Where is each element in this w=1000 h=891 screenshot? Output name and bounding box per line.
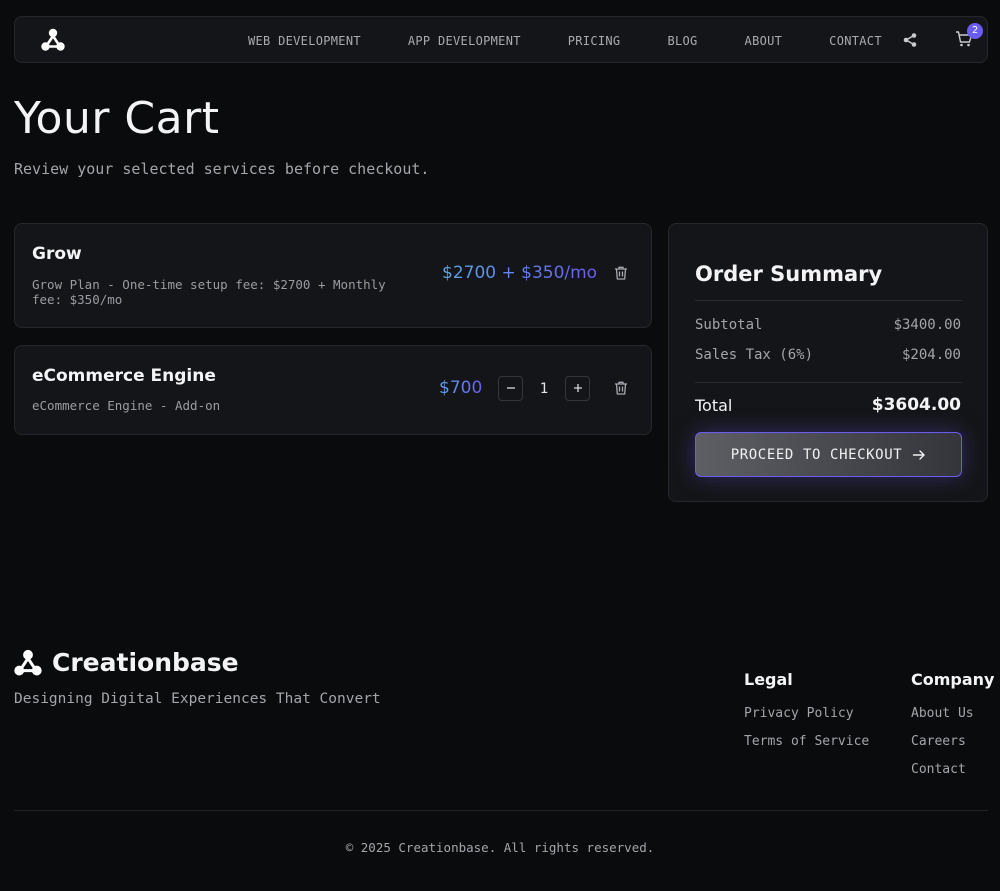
- cart-item: Grow Grow Plan - One-time setup fee: $27…: [14, 223, 652, 328]
- page-title: Your Cart: [14, 93, 220, 144]
- arrow-right-icon: [913, 449, 925, 460]
- careers-link[interactable]: Careers: [911, 734, 966, 749]
- nav-link-blog[interactable]: BLOG: [667, 34, 697, 48]
- nav-link-pricing[interactable]: PRICING: [568, 34, 621, 48]
- footer-legal-title: Legal: [744, 670, 793, 689]
- nav-link-app-development[interactable]: APP DEVELOPMENT: [408, 34, 521, 48]
- item-name: Grow: [32, 244, 82, 264]
- footer-company-title: Company: [911, 670, 995, 689]
- page-subtitle: Review your selected services before che…: [14, 160, 430, 178]
- total-label: Total: [695, 396, 733, 415]
- footer-divider: [14, 810, 988, 811]
- nav-links: WEB DEVELOPMENT APP DEVELOPMENT PRICING …: [248, 17, 882, 64]
- item-price: $700: [439, 378, 483, 398]
- copyright-text: © 2025 Creationbase. All rights reserved…: [345, 840, 655, 855]
- nav-link-web-development[interactable]: WEB DEVELOPMENT: [248, 34, 361, 48]
- top-nav: WEB DEVELOPMENT APP DEVELOPMENT PRICING …: [14, 16, 988, 63]
- cart-count-badge: 2: [967, 23, 983, 39]
- increase-quantity-button[interactable]: [565, 376, 590, 401]
- terms-of-service-link[interactable]: Terms of Service: [744, 734, 869, 749]
- trash-icon[interactable]: [613, 265, 629, 281]
- quantity-value: 1: [539, 381, 549, 397]
- item-name: eCommerce Engine: [32, 366, 216, 386]
- trash-icon[interactable]: [613, 380, 629, 396]
- divider: [695, 300, 962, 301]
- nav-link-contact[interactable]: CONTACT: [829, 34, 882, 48]
- total-value: $3604.00: [871, 395, 961, 415]
- share-icon[interactable]: [902, 32, 918, 48]
- minus-icon: [506, 386, 515, 389]
- order-summary-title: Order Summary: [695, 262, 883, 286]
- sales-tax-value: $204.00: [901, 347, 961, 363]
- subtotal-value: $3400.00: [893, 317, 961, 333]
- sales-tax-label: Sales Tax (6%): [695, 347, 814, 363]
- footer-brand-name: Creationbase: [52, 648, 239, 677]
- item-price: $2700 + $350/mo: [442, 263, 598, 283]
- checkout-button-label: PROCEED TO CHECKOUT: [730, 446, 903, 463]
- item-description: Grow Plan - One-time setup fee: $2700 + …: [32, 277, 386, 307]
- about-us-link[interactable]: About Us: [911, 706, 974, 721]
- order-summary: Order Summary Subtotal $3400.00 Sales Ta…: [668, 223, 988, 502]
- divider: [695, 382, 962, 383]
- item-description: eCommerce Engine - Add-on: [32, 398, 221, 413]
- subtotal-label: Subtotal: [695, 317, 763, 333]
- plus-icon: [573, 383, 582, 392]
- proceed-to-checkout-button[interactable]: PROCEED TO CHECKOUT: [695, 432, 962, 477]
- cart-item: eCommerce Engine eCommerce Engine - Add-…: [14, 345, 652, 435]
- logo-icon[interactable]: [41, 28, 65, 52]
- footer-contact-link[interactable]: Contact: [911, 762, 966, 777]
- footer-tagline: Designing Digital Experiences That Conve…: [14, 691, 381, 707]
- footer-logo-icon: [14, 649, 42, 676]
- privacy-policy-link[interactable]: Privacy Policy: [744, 706, 854, 721]
- decrease-quantity-button[interactable]: [498, 376, 523, 401]
- nav-link-about[interactable]: ABOUT: [745, 34, 783, 48]
